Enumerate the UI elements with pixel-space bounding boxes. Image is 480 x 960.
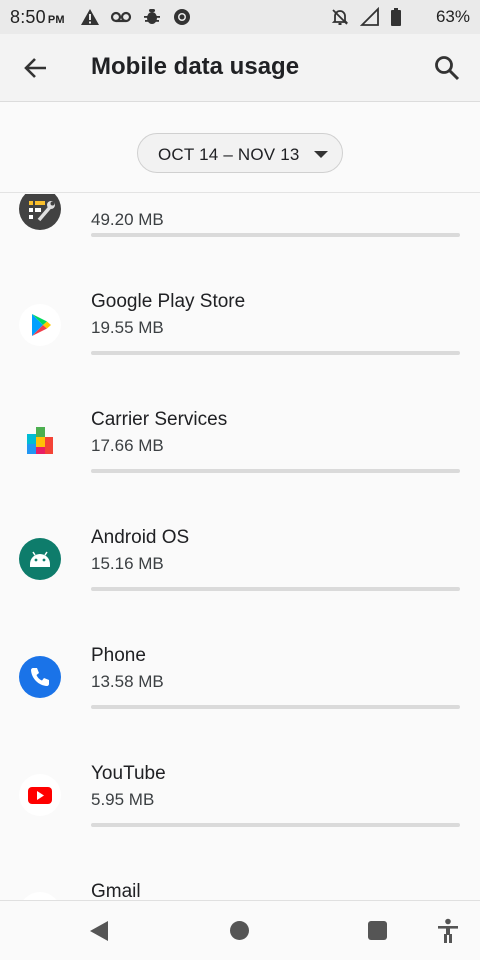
list-item[interactable]: 49.20 MB — [0, 194, 480, 237]
app-usage: 17.66 MB — [91, 436, 164, 455]
app-name: YouTube — [91, 763, 166, 784]
battery-icon — [390, 7, 402, 27]
app-usage: 19.55 MB — [91, 318, 164, 337]
app-name: Phone — [91, 645, 146, 666]
app-usage: 15.16 MB — [91, 554, 164, 573]
back-button[interactable] — [20, 52, 52, 84]
date-range-label: OCT 14 – NOV 13 — [158, 145, 300, 164]
play-store-icon — [19, 304, 61, 346]
dropdown-caret-icon — [314, 151, 328, 158]
date-range-section: OCT 14 – NOV 13 — [0, 103, 480, 193]
navigation-bar — [0, 900, 480, 960]
voicemail-icon — [110, 7, 132, 27]
usage-bar — [91, 705, 460, 709]
youtube-icon — [19, 774, 61, 816]
app-usage: 5.95 MB — [91, 790, 155, 809]
list-item[interactable]: Carrier Services 17.66 MB — [0, 388, 480, 506]
usage-bar — [91, 823, 460, 827]
warning-icon — [80, 7, 100, 27]
nav-back-icon[interactable] — [90, 921, 108, 941]
chrome-icon — [172, 7, 192, 27]
usage-bar — [91, 587, 460, 591]
phone-icon — [19, 656, 61, 698]
nav-home-icon[interactable] — [230, 921, 249, 940]
notifications-off-icon — [330, 7, 350, 27]
status-left-icons — [80, 7, 192, 27]
gmail-icon — [19, 892, 61, 900]
list-item[interactable]: Google Play Store 19.55 MB — [0, 270, 480, 388]
date-range-dropdown[interactable]: OCT 14 – NOV 13 — [137, 133, 343, 173]
app-bar: Mobile data usage — [0, 34, 480, 102]
accessibility-icon[interactable] — [437, 918, 459, 944]
usage-bar — [91, 351, 460, 355]
search-icon — [435, 56, 460, 81]
tools-icon — [19, 194, 61, 230]
signal-icon — [360, 7, 380, 27]
usage-bar — [91, 233, 460, 237]
app-name: Google Play Store — [91, 291, 246, 312]
app-name: Android OS — [91, 527, 190, 548]
search-button[interactable] — [432, 53, 462, 83]
bug-icon — [142, 7, 162, 27]
list-item[interactable]: Gmail — [0, 860, 480, 900]
nav-recents-icon[interactable] — [368, 921, 387, 940]
arrow-back-icon — [24, 58, 46, 78]
page-title: Mobile data usage — [91, 53, 300, 80]
status-time: 8:50 PM — [10, 7, 65, 27]
android-icon — [19, 538, 61, 580]
app-usage-list[interactable]: 49.20 MB Google Play Store 19.55 MB Carr… — [0, 194, 480, 900]
app-name: Carrier Services — [91, 409, 228, 430]
app-name: Gmail — [91, 881, 141, 900]
list-item[interactable]: Android OS 15.16 MB — [0, 506, 480, 624]
carrier-services-icon — [19, 420, 61, 462]
status-bar: 8:50 PM 63% — [0, 0, 480, 34]
app-usage: 49.20 MB — [91, 210, 164, 229]
app-usage: 13.58 MB — [91, 672, 164, 691]
status-right-icons — [330, 7, 402, 27]
list-item[interactable]: YouTube 5.95 MB — [0, 742, 480, 860]
list-item[interactable]: Phone 13.58 MB — [0, 624, 480, 742]
battery-percentage: 63% — [435, 7, 470, 26]
usage-bar — [91, 469, 460, 473]
